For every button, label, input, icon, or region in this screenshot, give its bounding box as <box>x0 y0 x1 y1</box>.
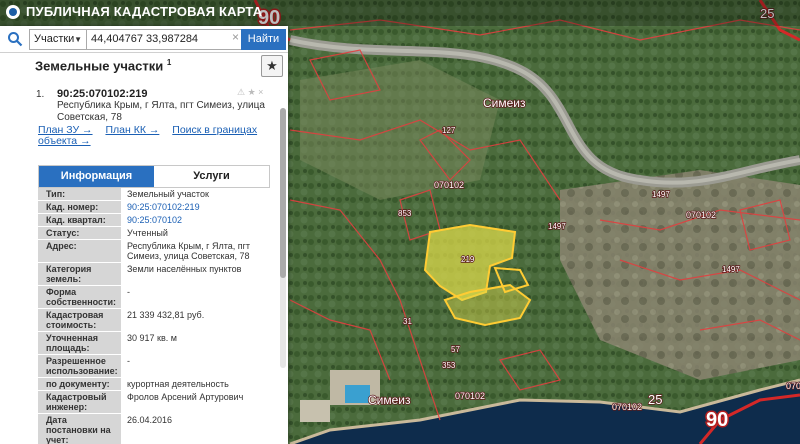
info-row: Кадастровая стоимость: 21 339 432,81 руб. <box>38 309 268 332</box>
info-row-label: Кадастровая стоимость: <box>38 309 121 331</box>
map-label: 070102 <box>455 391 485 401</box>
map-label: 1497 <box>722 265 740 274</box>
info-row: Тип: Земельный участок <box>38 188 268 201</box>
info-row: Кадастровый инженер: Фролов Арсений Артур… <box>38 391 268 414</box>
scrollbar[interactable] <box>280 108 286 368</box>
info-row-value: Земли населённых пунктов <box>121 263 268 285</box>
info-row-label: Адрес: <box>38 240 121 262</box>
info-row-label: Кадастровый инженер: <box>38 391 121 413</box>
info-row-label: Уточненная площадь: <box>38 332 121 354</box>
top-bar: ПУБЛИЧНАЯ КАДАСТРОВАЯ КАРТА <box>0 0 800 26</box>
app-title: ПУБЛИЧНАЯ КАДАСТРОВАЯ КАРТА <box>6 4 262 19</box>
map-label: 57 <box>451 345 460 354</box>
info-row-value: 21 339 432,81 руб. <box>121 309 268 331</box>
info-row-value: Республика Крым, г Ялта, пгт Симеиз, ули… <box>121 240 268 262</box>
card-index: 1. <box>36 89 45 100</box>
map-label: 25 <box>648 392 662 407</box>
map-label: Симеиз <box>483 96 526 110</box>
parcel-number: 90:25:070102:219 <box>57 88 148 100</box>
info-row-value: - <box>121 286 268 308</box>
map-label: Симеиз <box>368 393 411 407</box>
info-row: по документу: курортная деятельность <box>38 378 268 391</box>
info-row: Уточненная площадь: 30 917 кв. м <box>38 332 268 355</box>
section-title-text: Земельные участки <box>35 58 164 74</box>
parcel-address: Республика Крым, г Ялта, пгт Симеиз, ули… <box>57 100 265 123</box>
map-label: 127 <box>442 126 456 135</box>
info-row: Разрешенное использование: - <box>38 355 268 378</box>
scrollbar-thumb[interactable] <box>280 108 286 278</box>
info-row: Кад. номер: 90:25:070102:219 <box>38 201 268 214</box>
info-row-value[interactable]: 90:25:070102 <box>121 214 268 226</box>
info-row: Адрес: Республика Крым, г Ялта, пгт Симеи… <box>38 240 268 263</box>
info-row-label: Разрешенное использование: <box>38 355 121 377</box>
info-row-value: 26.04.2016 <box>121 414 268 444</box>
map-label: 353 <box>442 361 456 370</box>
clear-icon[interactable]: × <box>232 30 239 44</box>
info-row: Категория земель: Земли населённых пункто… <box>38 263 268 286</box>
search-type-value: Участки <box>34 33 75 45</box>
map-label: 070102 <box>786 381 800 391</box>
chevron-down-icon: ▼ <box>74 35 82 44</box>
info-row-label: Статус: <box>38 227 121 239</box>
card-links: План ЗУ → План КК → Поиск в границах объ… <box>38 125 274 147</box>
info-row-label: Кад. квартал: <box>38 214 121 226</box>
map-label: 853 <box>398 209 412 218</box>
info-row-value: 30 917 кв. м <box>121 332 268 354</box>
info-row-value[interactable]: 90:25:070102:219 <box>121 201 268 213</box>
info-row-value: Учтенный <box>121 227 268 239</box>
info-row-value: Фролов Арсений Артурович <box>121 391 268 413</box>
info-row-label: Тип: <box>38 188 121 200</box>
info-row-label: Дата постановки на учет: <box>38 414 121 444</box>
map-label: 1497 <box>652 190 670 199</box>
search-bar: Участки ▼ 44,404767 33,987284 × Найти <box>0 26 288 53</box>
result-count: 1 <box>166 58 172 67</box>
info-row: Форма собственности: - <box>38 286 268 309</box>
info-row-label: по документу: <box>38 378 121 390</box>
map-label: 070102 <box>612 402 642 412</box>
info-row-label: Категория земель: <box>38 263 121 285</box>
info-row: Статус: Учтенный <box>38 227 268 240</box>
map-label: 31 <box>403 317 412 326</box>
info-panel: Участки ▼ 44,404767 33,987284 × Найти Зе… <box>0 26 288 444</box>
section-title: Земельные участки 1 <box>35 58 171 73</box>
info-row-label: Форма собственности: <box>38 286 121 308</box>
info-row-label: Кад. номер: <box>38 201 121 213</box>
info-row-value: - <box>121 355 268 377</box>
search-input[interactable]: 44,404767 33,987284 <box>86 29 242 50</box>
find-button[interactable]: Найти <box>241 29 286 50</box>
search-icon[interactable] <box>7 31 23 47</box>
card-action-icons[interactable]: ⚠ ★ × <box>237 87 263 98</box>
info-table: Тип: Земельный участок Кад. номер: 90:25:07… <box>38 188 268 444</box>
info-row-value: Земельный участок <box>121 188 268 200</box>
map-label: 070102 <box>686 210 716 220</box>
map-label: 219 <box>461 255 475 264</box>
app-title-text: ПУБЛИЧНАЯ КАДАСТРОВАЯ КАРТА <box>26 4 263 19</box>
info-row: Кад. квартал: 90:25:070102 <box>38 214 268 227</box>
info-row-value: курортная деятельность <box>121 378 268 390</box>
info-row: Дата постановки на учет: 26.04.2016 <box>38 414 268 444</box>
favorite-button[interactable]: ★ <box>261 55 283 77</box>
map-label: 070102 <box>434 180 464 190</box>
search-type-select[interactable]: Участки ▼ <box>29 29 87 50</box>
map-label: 90 <box>706 409 728 431</box>
card-tabs: Информация Услуги <box>38 165 270 188</box>
parcel-card: 1. 90:25:070102:219 ⚠ ★ × Республика Кры… <box>30 84 276 444</box>
logo-icon <box>6 4 20 19</box>
tab-services[interactable]: Услуги <box>154 166 269 187</box>
map-label: 1497 <box>548 222 566 231</box>
tab-information[interactable]: Информация <box>39 166 154 187</box>
plan-kk-link[interactable]: План КК → <box>105 124 159 136</box>
